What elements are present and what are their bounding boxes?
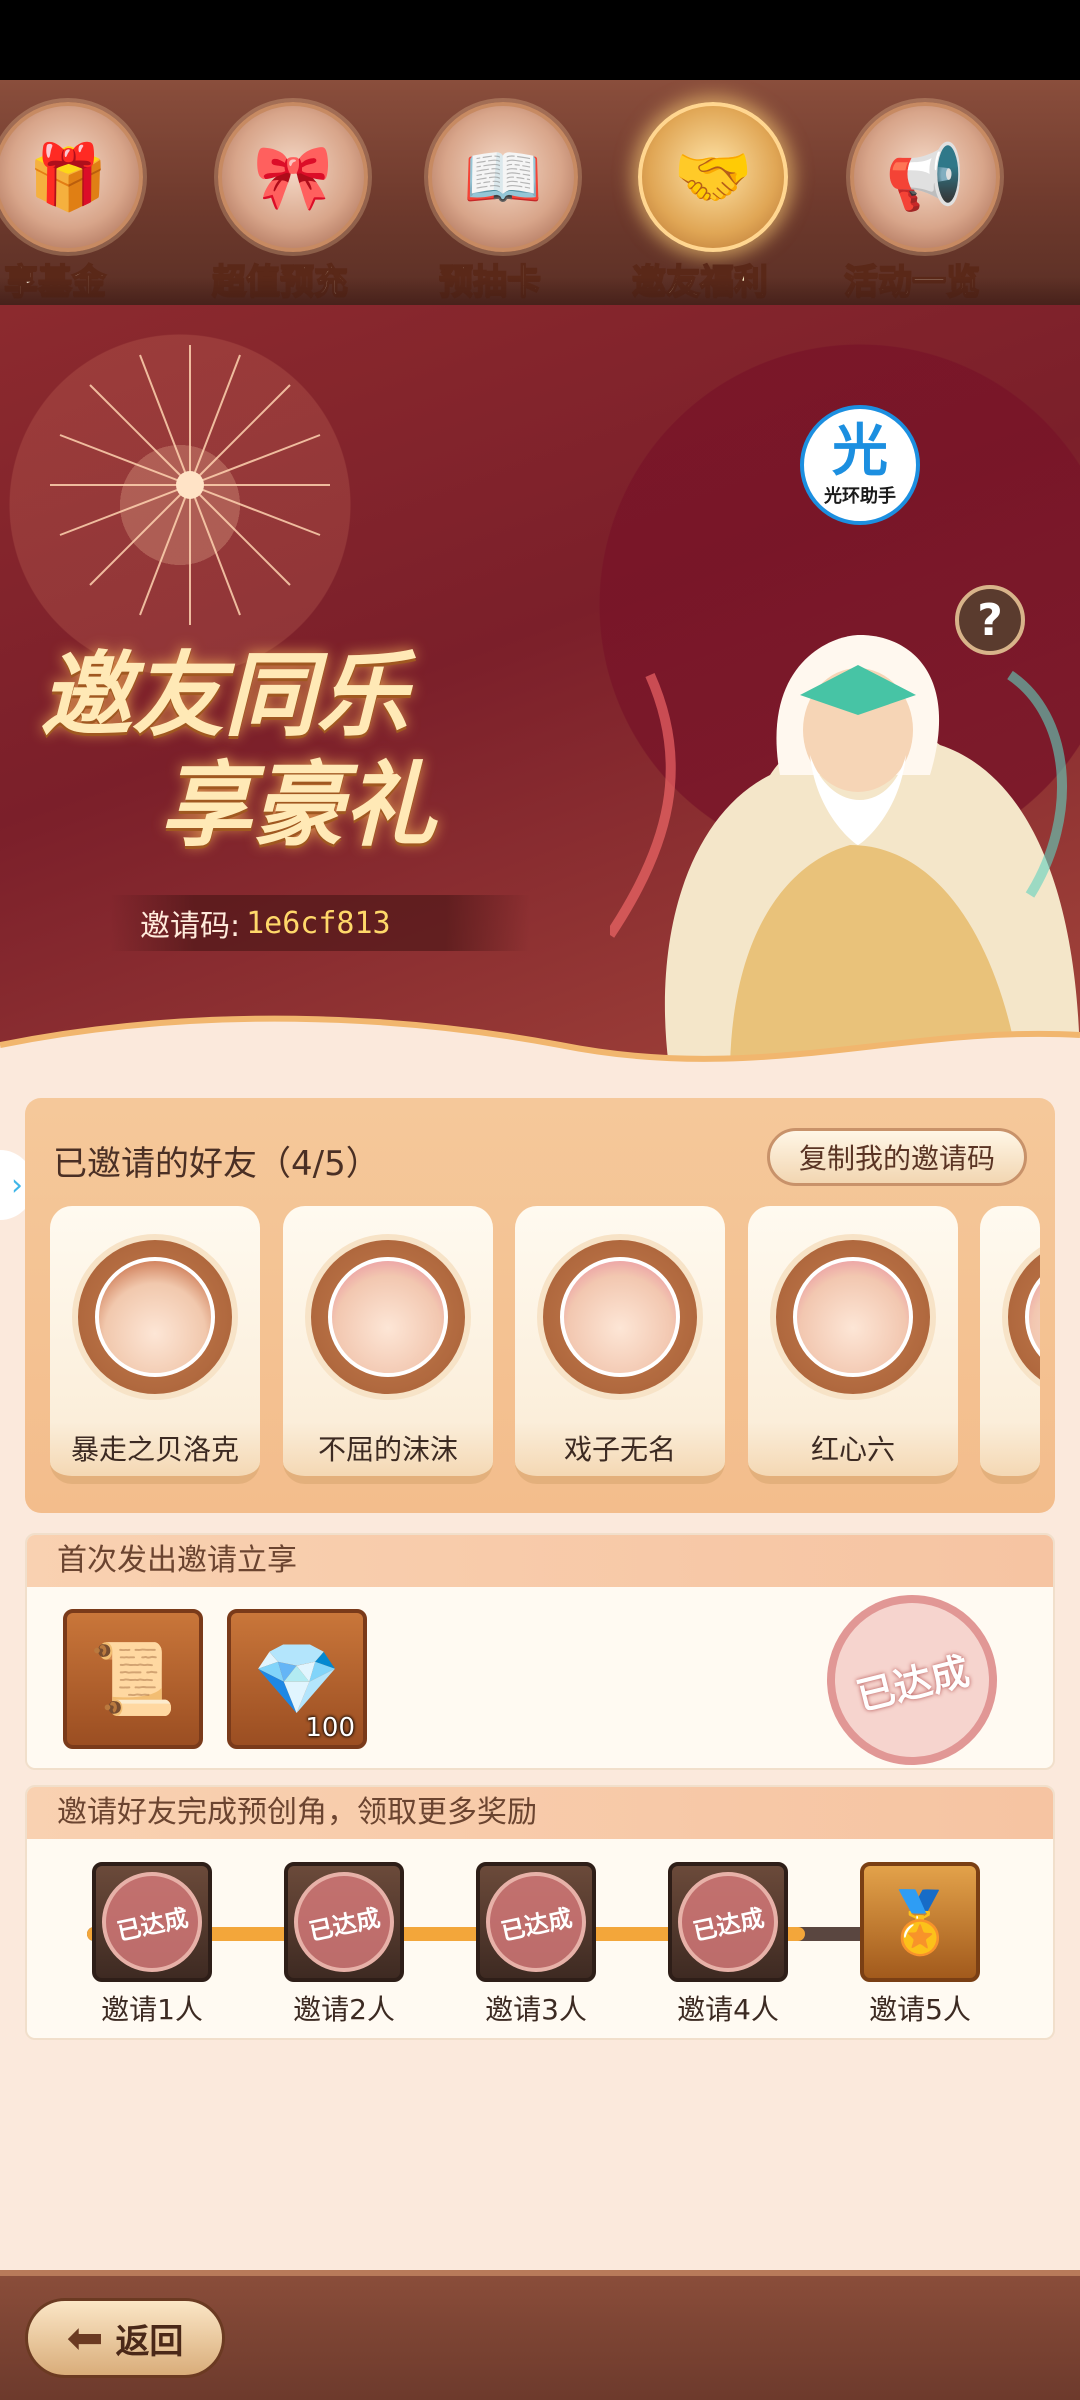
tab-event-list[interactable]: 📢 活动一览 [822,102,1002,303]
invited-friends-title: 已邀请的好友（4/5） [53,1144,380,1184]
achieved-stamp: 已达成 [92,1862,212,1982]
avatar [72,1234,238,1400]
tab-precharge[interactable]: 🎀 超值预充 [190,102,370,303]
first-invite-reward-section: 首次发出邀请立享 📜 💎 100 已达成 [25,1533,1055,1770]
achieved-stamp: 已达成 [808,1576,1016,1768]
reward-quantity: 100 [305,1713,355,1743]
tab-label: 活动一览 [843,261,981,303]
copy-invite-code-button[interactable]: 复制我的邀请码 [767,1128,1027,1186]
friend-name: 暴走之贝洛克 [70,1433,239,1466]
milestone-label: 邀请1人 [101,1993,203,2026]
milestone-label: 邀请2人 [293,1993,395,2026]
back-button-label: 返回 [115,2321,184,2362]
scroll-icon: 📜 [89,1637,177,1720]
back-arrow-icon: ⬅ [66,2312,104,2364]
firework-decoration [50,345,330,625]
milestone-reward-box: 已达成 [284,1862,404,1982]
milestone-reward-box: 🏅 [860,1862,980,1982]
friend-name: 不屈的沫沫 [317,1433,458,1466]
ribbon-gift-icon: 🎀 [218,102,368,252]
helper-badge-text: 光环助手 [824,486,896,507]
achieved-stamp-text: 已达成 [852,1648,974,1719]
achieved-stamp: 已达成 [476,1862,596,1982]
milestone-label: 邀请3人 [485,1993,587,2026]
reward-item[interactable]: 📜 [63,1609,203,1749]
reward-item[interactable]: 💎 100 [227,1609,367,1749]
milestone-label: 邀请5人 [869,1993,971,2026]
megaphone-icon: 📢 [850,102,1000,252]
milestone-reward-box: 已达成 [476,1862,596,1982]
milestone[interactable]: 已达成 邀请3人 [466,1862,606,2028]
invited-friends-panel: 已邀请的好友（4/5） 复制我的邀请码 暴走之贝洛克 不屈的沫沫 戏子无名 红心… [25,1098,1055,1513]
helper-badge-glyph: 光 [832,419,888,484]
activity-tab-strip: 🎁 享基金 🎀 超值预充 📖 预抽卡 🤝 邀友福利 📢 活动一览 [0,80,1080,305]
friend-card-partial [980,1206,1040,1484]
tab-label: 享基金 [3,261,107,303]
tab-fund[interactable]: 🎁 享基金 [0,102,145,303]
milestone[interactable]: 已达成 邀请4人 [658,1862,798,2028]
friend-card[interactable]: 暴走之贝洛克 [50,1206,260,1484]
bottom-bar: ⬅ 返回 [0,2270,1080,2400]
friend-name: 红心六 [810,1433,895,1466]
gem-badge-icon: 🏅 [882,1887,958,1958]
avatar [537,1234,703,1400]
friend-card[interactable]: 红心六 [748,1206,958,1484]
friend-card[interactable]: 不屈的沫沫 [283,1206,493,1484]
back-button[interactable]: ⬅ 返回 [25,2298,225,2378]
handshake-icon: 🤝 [638,102,788,252]
tab-label: 预抽卡 [438,261,542,303]
first-invite-title: 首次发出邀请立享 [27,1535,1053,1587]
milestone-reward-box: 已达成 [668,1862,788,1982]
help-button[interactable]: ? [955,585,1025,655]
invite-code-display: 邀请码: 1e6cf813 [110,895,530,951]
milestone-reward-box: 已达成 [92,1862,212,1982]
friend-card[interactable]: 戏子无名 [515,1206,725,1484]
invite-progress-title: 邀请好友完成预创角，领取更多奖励 [27,1787,1053,1839]
tab-pre-draw[interactable]: 📖 预抽卡 [400,102,580,303]
milestone[interactable]: 已达成 邀请1人 [82,1862,222,2028]
invite-banner: 邀友同乐 享豪礼 邀请码: 1e6cf813 光 光环助手 ? [0,305,1080,1065]
achieved-stamp: 已达成 [668,1862,788,1982]
avatar [305,1234,471,1400]
invite-code-value: 1e6cf813 [246,905,391,941]
invite-code-label: 邀请码: [140,909,241,944]
achieved-stamp: 已达成 [284,1862,404,1982]
milestone[interactable]: 已达成 邀请2人 [274,1862,414,2028]
banner-title: 邀友同乐 享豪礼 [40,640,560,860]
banner-wave-divider [0,1015,1080,1065]
banner-title-line1: 邀友同乐 [40,641,409,749]
diamond-icon: 💎 [253,1637,341,1720]
avatar [1002,1234,1040,1400]
friend-name: 戏子无名 [563,1433,676,1466]
banner-title-line2: 享豪礼 [160,751,437,859]
invite-progress-section: 邀请好友完成预创角，领取更多奖励 已达成 邀请1人 已达成 邀请2人 已达成 邀… [25,1785,1055,2040]
card-book-icon: 📖 [428,102,578,252]
milestone[interactable]: 🏅 邀请5人 [850,1862,990,2028]
milestone-label: 邀请4人 [677,1993,779,2026]
avatar [770,1234,936,1400]
tab-label: 邀友福利 [631,261,769,303]
status-bar [0,0,1080,80]
tab-invite-rewards[interactable]: 🤝 邀友福利 [610,102,790,303]
tab-label: 超值预充 [211,261,349,303]
gift-box-icon: 🎁 [0,102,143,252]
helper-badge[interactable]: 光 光环助手 [800,405,920,525]
